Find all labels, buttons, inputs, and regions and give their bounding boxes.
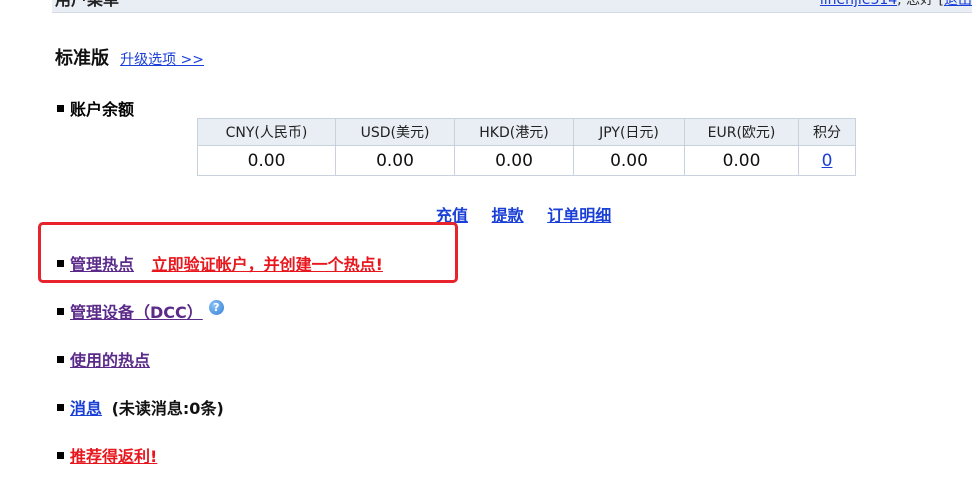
edition-title: 标准版 [55,48,109,69]
help-icon[interactable]: ? [208,300,224,315]
value-usd: 0.00 [335,145,455,176]
messages-link[interactable]: 消息 [70,399,102,418]
verify-account-link[interactable]: 立即验证帐户，并创建一个热点! [152,255,383,274]
manage-hotspot-row: 管理热点 立即验证帐户，并创建一个热点! [57,251,383,275]
bullet-icon [57,452,64,459]
value-points: 0 [798,145,856,176]
col-points: 积分 [798,118,856,146]
manage-devices-link[interactable]: 管理设备（DCC） [70,303,203,322]
used-hotspots-link[interactable]: 使用的热点 [70,351,150,370]
user-menu-title: 用户菜单 [55,0,119,10]
col-cny: CNY(人民币) [197,118,336,146]
logout-link[interactable]: 退出 [944,0,972,8]
edition-header: 标准版 升级选项 >> [55,44,204,70]
balance-header-row: CNY(人民币) USD(美元) HKD(港元) JPY(日元) EUR(欧元)… [197,118,856,146]
col-eur: EUR(欧元) [684,118,799,146]
greeting-text: , 您好 [897,0,935,8]
upgrade-options-link[interactable]: 升级选项 >> [120,52,204,68]
bullet-icon [57,260,64,267]
value-eur: 0.00 [684,145,799,176]
bullet-icon [57,308,64,315]
manage-devices-row: 管理设备（DCC）? [57,299,224,323]
withdraw-link[interactable]: 提款 [492,206,524,225]
balance-table: CNY(人民币) USD(美元) HKD(港元) JPY(日元) EUR(欧元)… [197,118,856,176]
value-jpy: 0.00 [573,145,685,176]
used-hotspots-row: 使用的热点 [57,347,150,371]
points-link[interactable]: 0 [822,151,833,171]
bullet-icon [57,404,64,411]
balance-heading: 账户余额 [57,96,134,120]
unread-count: (未读消息:0条) [111,399,224,418]
order-details-link[interactable]: 订单明细 [547,206,611,225]
bullet-icon [57,105,64,112]
top-menu-bar: 用户菜单 linenjie314, 您好 [退出 [52,0,972,13]
balance-value-row: 0.00 0.00 0.00 0.00 0.00 0 [197,145,856,176]
username-link[interactable]: linenjie314 [820,0,897,8]
col-usd: USD(美元) [335,118,455,146]
col-jpy: JPY(日元) [573,118,685,146]
balance-heading-label: 账户余额 [70,100,135,119]
messages-row: 消息 (未读消息:0条) [57,395,224,419]
value-cny: 0.00 [197,145,336,176]
user-greeting: linenjie314, 您好 [退出 [820,0,972,10]
referral-row: 推荐得返利! [57,443,157,467]
value-hkd: 0.00 [454,145,574,176]
referral-link[interactable]: 推荐得返利! [70,447,157,466]
account-actions: 充值 提款 订单明细 [436,202,629,226]
bullet-icon [57,356,64,363]
manage-hotspot-link[interactable]: 管理热点 [70,255,134,274]
col-hkd: HKD(港元) [454,118,574,146]
